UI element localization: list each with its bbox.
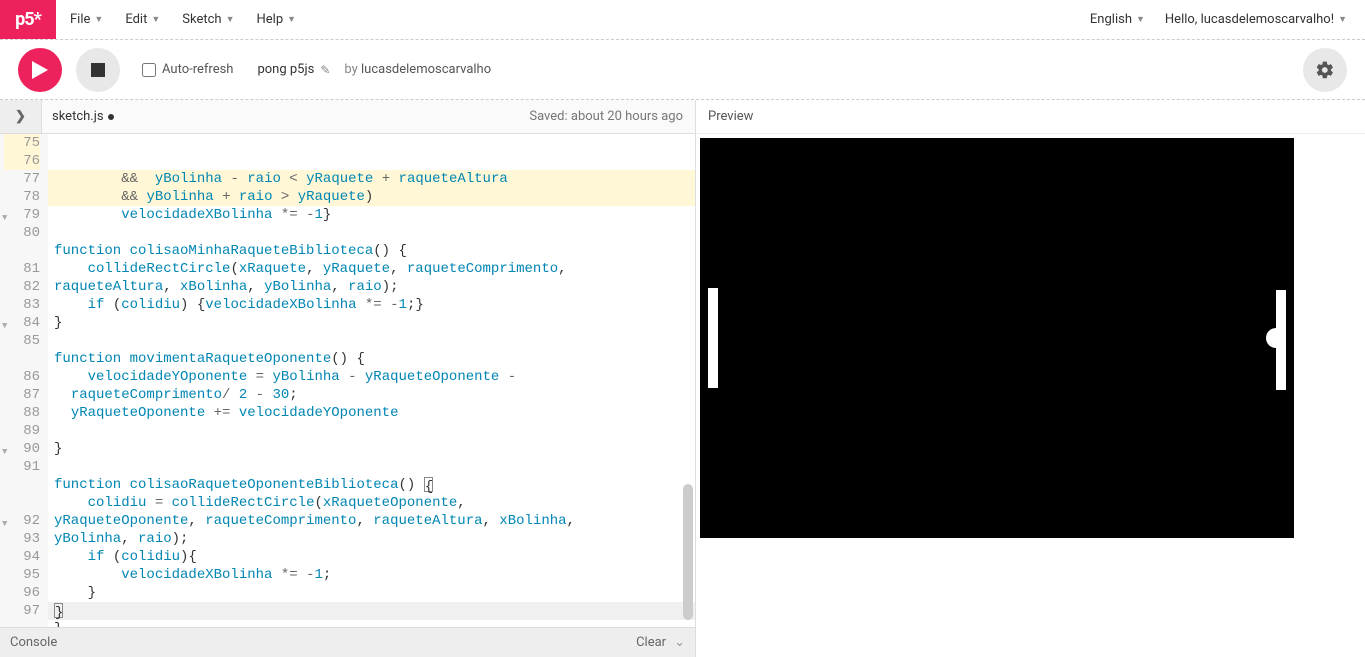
stop-button[interactable] [76, 48, 120, 92]
menu-edit[interactable]: Edit▼ [125, 12, 160, 27]
saved-status: Saved: about 20 hours ago [529, 109, 695, 124]
sketch-canvas[interactable] [700, 138, 1294, 538]
auto-refresh-toggle[interactable]: Auto-refresh [142, 62, 233, 77]
caret-down-icon: ▼ [287, 14, 296, 25]
caret-down-icon: ▼ [94, 14, 103, 25]
menu-help[interactable]: Help▼ [256, 12, 296, 27]
ball [1266, 328, 1286, 348]
play-button[interactable] [18, 48, 62, 92]
toolbar: Auto-refresh pong p5js ✎ by lucasdelemos… [0, 40, 1365, 100]
caret-down-icon: ▼ [151, 14, 160, 25]
auto-refresh-label: Auto-refresh [162, 62, 233, 77]
play-icon [32, 61, 48, 79]
settings-button[interactable] [1303, 48, 1347, 92]
menu-file[interactable]: File▼ [70, 12, 103, 27]
language-selector[interactable]: English▼ [1090, 12, 1145, 27]
file-tab[interactable]: sketch.js [42, 109, 114, 124]
gear-icon [1315, 60, 1335, 80]
preview-header: Preview [696, 100, 1365, 134]
pencil-icon[interactable]: ✎ [320, 63, 330, 77]
workspace: ❯ sketch.js Saved: about 20 hours ago 75… [0, 100, 1365, 657]
line-gutter: 7576777879▼8081828384▼858687888990▼9192▼… [0, 134, 48, 627]
filename-label: sketch.js [52, 109, 104, 124]
menu-sketch[interactable]: Sketch▼ [182, 12, 234, 27]
menu-right: English▼ Hello, lucasdelemoscarvalho!▼ [1090, 0, 1365, 39]
caret-down-icon: ▼ [1338, 14, 1347, 25]
byline: by lucasdelemoscarvalho [344, 62, 491, 77]
console-label: Console [10, 635, 57, 650]
sidebar-toggle[interactable]: ❯ [0, 100, 42, 133]
author-link[interactable]: lucasdelemoscarvalho [361, 62, 491, 77]
preview-body [696, 134, 1365, 542]
code-area[interactable]: && yBolinha - raio < yRaquete + raqueteA… [48, 134, 695, 627]
stop-icon [91, 63, 105, 77]
sketch-name[interactable]: pong p5js ✎ [257, 62, 330, 77]
menu-left: File▼ Edit▼ Sketch▼ Help▼ [56, 0, 1090, 39]
caret-down-icon: ▼ [226, 14, 235, 25]
dirty-indicator-icon [108, 114, 114, 120]
p5-logo: p5* [0, 0, 56, 39]
user-greeting[interactable]: Hello, lucasdelemoscarvalho!▼ [1165, 12, 1347, 27]
console-clear-button[interactable]: Clear [636, 635, 666, 650]
console-bar[interactable]: Console Clear ⌄ [0, 627, 695, 657]
preview-pane: Preview [696, 100, 1365, 657]
caret-down-icon: ▼ [1136, 14, 1145, 25]
scrollbar-thumb[interactable] [683, 484, 693, 620]
top-menu-bar: p5* File▼ Edit▼ Sketch▼ Help▼ English▼ H… [0, 0, 1365, 40]
code-editor[interactable]: 7576777879▼8081828384▼858687888990▼9192▼… [0, 134, 695, 627]
auto-refresh-checkbox[interactable] [142, 63, 156, 77]
chevron-down-icon[interactable]: ⌄ [674, 635, 685, 650]
file-header: ❯ sketch.js Saved: about 20 hours ago [0, 100, 695, 134]
left-paddle [708, 288, 718, 388]
editor-pane: ❯ sketch.js Saved: about 20 hours ago 75… [0, 100, 696, 657]
